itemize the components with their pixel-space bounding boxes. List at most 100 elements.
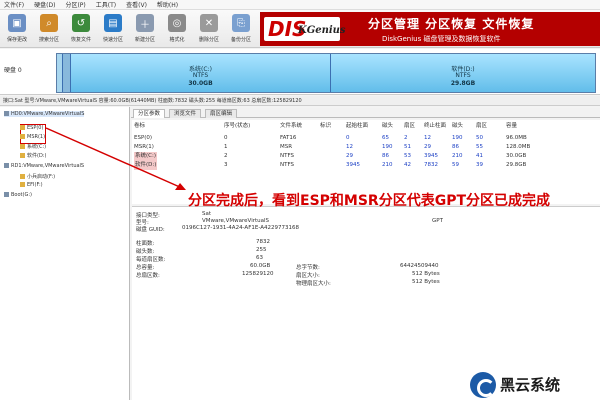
spt-label: 每道扇区数: xyxy=(136,257,166,263)
column-header: 序号(状态) xyxy=(224,123,251,129)
tree-item-label: ESP(0) xyxy=(27,125,44,131)
menu-item-3[interactable]: 工具(T) xyxy=(96,0,116,9)
partition-block-msr[interactable] xyxy=(63,54,71,92)
watermark: 黑云系统 xyxy=(470,372,600,400)
guid-label: 磁盘 GUID: xyxy=(136,227,165,233)
cap-value: 60.0GB xyxy=(250,263,271,269)
toolbar-button-0[interactable]: ▣ 保存更改 xyxy=(4,12,30,46)
toolbar-label: 搜索分区 xyxy=(38,37,59,43)
tree-item-label: Boot(G:) xyxy=(11,192,32,198)
table-cell: FAT16 xyxy=(280,135,297,141)
menu-item-0[interactable]: 文件(F) xyxy=(4,0,24,9)
partition-map: 系统(C:) NTFS 30.0GB 软件(D:) NTFS 29.8GB xyxy=(56,53,596,93)
menu-item-1[interactable]: 硬盘(D) xyxy=(34,0,55,9)
table-cell: MSR(1) xyxy=(134,144,154,150)
toolbar-button-1[interactable]: ⌕ 搜索分区 xyxy=(36,12,62,46)
column-header: 扇区 xyxy=(404,123,416,129)
sec-size-value: 512 Bytes xyxy=(412,271,440,277)
table-cell: 41 xyxy=(476,153,483,159)
table-cell: 210 xyxy=(452,153,463,159)
table-cell: 65 xyxy=(382,135,389,141)
tab-1[interactable]: 浏览文件 xyxy=(169,109,202,118)
table-cell: 53 xyxy=(404,153,411,159)
table-row[interactable]: MSR(1) 1 MSR 12 190 51 29 86 55 128.0MB xyxy=(132,143,600,152)
recover-file-icon: ↺ xyxy=(72,14,90,32)
toolbar-button-4[interactable]: ＋ 新建分区 xyxy=(132,12,158,46)
brand-subtitle: DiskGenius 磁盘管理及数据恢复软件 xyxy=(382,35,501,43)
table-cell: 12 xyxy=(346,144,353,150)
quick-partition-icon: ▤ xyxy=(104,14,122,32)
brand-banner: DIS KGenius 分区管理 分区恢复 文件恢复 DiskGenius 磁盘管… xyxy=(260,12,600,46)
column-header: 卷标 xyxy=(134,123,146,129)
watermark-text: 黑云系统 xyxy=(500,376,561,394)
table-row[interactable]: 软件(D:) 3 NTFS 3945 210 42 7832 59 39 29.8GB xyxy=(132,161,600,170)
head-label: 磁头数: xyxy=(136,249,155,255)
partition-icon xyxy=(20,125,25,130)
tree-item-2[interactable]: MSR(1) xyxy=(20,134,45,140)
table-cell: 86 xyxy=(452,144,459,150)
tree-item-4[interactable]: 软件(D:) xyxy=(20,152,46,159)
tree-item-0[interactable]: HD0:VMware,VMwareVirtualS xyxy=(4,111,85,117)
toolbar-label: 恢复文件 xyxy=(70,37,91,43)
annotation-text: 分区完成后，看到ESP和MSR分区代表GPT分区已成完成 xyxy=(188,193,551,209)
tree-item-5[interactable]: RD1:VMware,VMwareVirtualS xyxy=(4,163,84,169)
column-header: 终止柱面 xyxy=(424,123,447,129)
menu-bar: 文件(F) 硬盘(D) 分区(P) 工具(T) 查看(V) 帮助(H) xyxy=(0,0,600,10)
partition-icon xyxy=(20,144,25,149)
column-header: 标识 xyxy=(320,123,332,129)
head-value: 255 xyxy=(256,247,267,253)
table-cell: MSR xyxy=(280,144,293,150)
tree-item-6[interactable]: 小兵启动(F:) xyxy=(20,173,55,180)
table-row[interactable]: ESP(0) 0 FAT16 0 65 2 12 190 50 96.0MB xyxy=(132,134,600,143)
tree-item-8[interactable]: Boot(G:) xyxy=(4,192,32,198)
partition-icon xyxy=(20,174,25,179)
table-header: 卷标 序号(状态) 文件系统 标识 起始柱面 磁头 扇区 终止柱面 磁头 扇区 容量 xyxy=(132,122,600,131)
toolbar-label: 保存更改 xyxy=(6,37,27,43)
disk-tree: HD0:VMware,VMwareVirtualS ESP(0) MSR(1) 系统(… xyxy=(0,107,130,400)
table-cell: 128.0MB xyxy=(506,144,531,150)
toolbar-button-7[interactable]: ⎘ 备份分区 xyxy=(228,12,254,46)
cap-label: 总容量: xyxy=(136,265,155,271)
menu-item-4[interactable]: 查看(V) xyxy=(126,0,147,9)
tab-2[interactable]: 扇区编辑 xyxy=(205,109,238,118)
total-sec-value: 125829120 xyxy=(242,271,274,277)
backup-partition-icon: ⎘ xyxy=(232,14,250,32)
tree-item-label: HD0:VMware,VMwareVirtualS xyxy=(11,111,85,117)
disk-info-bar: 接口:Sat 型号:VMware,VMwareVirtualS 容量:60.0G… xyxy=(0,96,600,106)
disk-details: 接口类型: Sat 型号: VMware,VMwareVirtualS GPT … xyxy=(132,206,600,400)
partition-d-fs: NTFS xyxy=(455,72,471,79)
table-cell: 96.0MB xyxy=(506,135,527,141)
table-cell: 39 xyxy=(476,162,483,168)
tree-item-label: MSR(1) xyxy=(27,134,46,140)
table-cell: 59 xyxy=(452,162,459,168)
menu-item-5[interactable]: 帮助(H) xyxy=(157,0,178,9)
partition-block-d[interactable]: 软件(D:) NTFS 29.8GB xyxy=(331,54,595,92)
table-cell: 0 xyxy=(224,135,228,141)
tab-0[interactable]: 分区参数 xyxy=(133,109,166,118)
partition-style: GPT xyxy=(432,218,443,224)
tree-item-3[interactable]: 系统(C:) xyxy=(20,143,46,150)
toolbar-button-6[interactable]: ✕ 删除分区 xyxy=(196,12,222,46)
toolbar-button-3[interactable]: ▤ 快速分区 xyxy=(100,12,126,46)
toolbar-button-5[interactable]: ◎ 格式化 xyxy=(164,12,190,46)
save-icon: ▣ xyxy=(8,14,26,32)
search-partition-icon: ⌕ xyxy=(40,14,58,32)
delete-partition-icon: ✕ xyxy=(200,14,218,32)
table-cell: 系统(C:) xyxy=(134,152,157,161)
menu-item-2[interactable]: 分区(P) xyxy=(65,0,85,9)
table-cell: 50 xyxy=(476,135,483,141)
phys-value: 512 Bytes xyxy=(412,279,440,285)
column-header: 扇区 xyxy=(476,123,488,129)
table-cell: 2 xyxy=(404,135,408,141)
tree-item-7[interactable]: EFI(F:) xyxy=(20,182,43,188)
cyl-label: 柱面数: xyxy=(136,241,155,247)
guid-value: 0196C127-1931-4A24-AF1E-A4229773168 xyxy=(182,225,299,231)
toolbar-button-2[interactable]: ↺ 恢复文件 xyxy=(68,12,94,46)
table-row[interactable]: 系统(C:) 2 NTFS 29 86 53 3945 210 41 30.0GB xyxy=(132,152,600,161)
table-cell: 210 xyxy=(382,162,393,168)
partition-c-size: 30.0GB xyxy=(188,80,213,87)
tree-item-1[interactable]: ESP(0) xyxy=(20,125,43,131)
table-cell: 29.8GB xyxy=(506,162,527,168)
disk-icon xyxy=(4,111,9,116)
partition-block-c[interactable]: 系统(C:) NTFS 30.0GB xyxy=(71,54,331,92)
